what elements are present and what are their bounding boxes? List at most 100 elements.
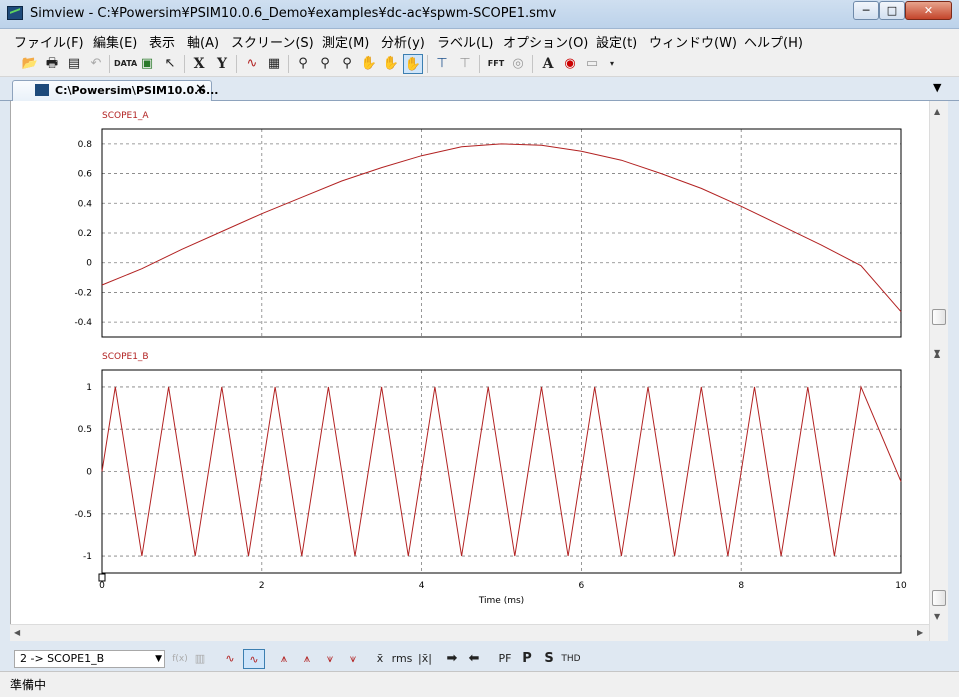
menu-screen[interactable]: スクリーン(S) [231,32,314,51]
title-bar: Simview - C:¥Powersim¥PSIM10.0.6_Demo¥ex… [0,0,959,29]
analysis-toolbar: 2 -> SCOPE1_B ▼ f(x) ▥ ∿ ∿ ⩚ ⩚ ⩛ ⩛ x̄ rm… [0,641,959,671]
fx-button[interactable]: f(x) [171,649,189,669]
document-tab-strip: C:\Powersim\PSIM10.0.6... ✕ ▼ [0,77,959,101]
spectrum-icon[interactable]: ◎ [508,54,528,74]
x-tick-label: 10 [895,581,907,591]
y-tick-label: 0 [86,468,92,478]
max-peak-icon[interactable]: ⩚ [273,649,295,669]
menu-view[interactable]: 表示 [149,32,175,51]
scroll-right-icon[interactable]: ▶ [917,628,923,637]
arrow-right-icon[interactable]: ➡ [442,649,462,669]
tab-label: C:\Powersim\PSIM10.0.6... [55,84,219,97]
chevron-down-icon[interactable]: ▼ [155,651,162,667]
min-trough-icon[interactable]: ⩛ [319,649,341,669]
chart-icon[interactable]: ▣ [137,54,157,74]
marker-icon[interactable]: ◉ [560,54,580,74]
menu-label[interactable]: ラベル(L) [437,32,493,51]
mean-button[interactable]: x̄ [372,649,388,669]
window-title: Simview - C:¥Powersim¥PSIM10.0.6_Demo¥ex… [30,6,557,21]
y-tick-label: 0.2 [78,229,92,239]
menu-options[interactable]: オプション(O) [503,32,588,51]
arrow-left-icon[interactable]: ⬅ [464,649,484,669]
select-arrow-icon[interactable]: ↖ [160,54,180,74]
menu-file[interactable]: ファイル(F) [14,32,84,51]
sine-wave-selected-icon[interactable]: ∿ [243,649,265,669]
thd-button[interactable]: THD [560,649,582,669]
tab-dropdown-icon[interactable]: ▼ [933,81,941,94]
waveform-icon[interactable]: ∿ [242,54,262,74]
y-tick-label: 0.8 [78,140,93,150]
menu-help[interactable]: ヘルプ(H) [744,32,803,51]
y-tick-label: 0 [86,259,92,269]
bar-chart-icon[interactable]: ▥ [191,649,209,669]
toolbar-separator [109,55,110,73]
menu-edit[interactable]: 編集(E) [93,32,137,51]
scope-plots[interactable]: SCOPE1_A 0.8 0.6 0.4 0.2 0 -0.2 -0.4 SCOPE1_B 1 0.… [11,101,930,623]
x-tick-label: 8 [738,581,744,591]
x-tick-label: 4 [419,581,425,591]
y-tick-label: -1 [83,552,92,562]
toolbar: 📂 🖶 ▤ ↶ DATA ▣ ↖ X Y ∿ ▦ ⚲ ⚲ ⚲ ✋ ✋ ✋ ⊤ ⊤… [0,51,959,77]
next-max-icon[interactable]: ⩚ [296,649,318,669]
zoom-in-icon[interactable]: ⚲ [315,54,335,74]
zoom-icon[interactable]: ⚲ [293,54,313,74]
minimize-button[interactable]: ─ [853,1,879,20]
open-icon[interactable]: 📂 [20,54,40,74]
y-axis-button[interactable]: Y [212,54,232,74]
y-tick-label: -0.4 [74,318,92,328]
x-axis-button[interactable]: X [189,54,209,74]
x-tick-label: 0 [99,581,105,591]
curve-select-value: 2 -> SCOPE1_B [20,652,105,665]
origin-marker [98,573,106,582]
cursor-marker-disabled-icon[interactable]: ⊤ [455,54,475,74]
scroll-thumb-upper[interactable] [932,309,946,325]
sine-wave-icon[interactable]: ∿ [219,649,241,669]
vertical-scrollbar[interactable]: ▲ ▼ ▲ ▼ [929,101,948,641]
toolbar-overflow-icon[interactable]: ▾ [602,54,622,74]
pf-button[interactable]: PF [494,649,516,669]
menu-analysis[interactable]: 分析(y) [381,32,425,51]
menu-settings[interactable]: 設定(t) [596,32,637,51]
print-icon[interactable]: 🖶 [42,54,62,74]
y-tick-label: -0.2 [74,288,92,298]
scroll-up-icon[interactable]: ▲ [934,107,940,116]
fft-button[interactable]: FFT [484,54,508,74]
y-tick-label: 0.5 [78,425,92,435]
p-button[interactable]: P [518,649,536,669]
rms-button[interactable]: rms [390,649,414,669]
toolbar-separator [288,55,289,73]
simview-app-icon [7,6,23,20]
scroll-down-lower-icon[interactable]: ▼ [934,612,940,621]
menu-window[interactable]: ウィンドウ(W) [649,32,737,51]
menu-measure[interactable]: 測定(M) [322,32,369,51]
menu-axis[interactable]: 軸(A) [187,32,219,51]
status-bar: 準備中 [0,671,959,697]
scroll-left-icon[interactable]: ◀ [14,628,20,637]
pan-hand-alt-icon[interactable]: ✋ [381,54,401,74]
series-line-0-0 [101,143,902,313]
y-tick-label: -0.5 [74,510,92,520]
data-icon[interactable]: DATA [114,54,137,74]
zoom-out-icon[interactable]: ⚲ [337,54,357,74]
close-button[interactable]: ✕ [905,1,952,20]
hand-select-icon[interactable]: ✋ [403,54,423,74]
export-icon[interactable]: ▭ [582,54,602,74]
maximize-button[interactable]: □ [879,1,905,20]
s-button[interactable]: S [540,649,558,669]
scroll-thumb-lower[interactable] [932,590,946,606]
next-min-icon[interactable]: ⩛ [342,649,364,669]
scroll-up-lower-icon[interactable]: ▲ [934,350,940,359]
copy-icon[interactable]: ▤ [64,54,84,74]
menu-bar: ファイル(F) 編集(E) 表示 軸(A) スクリーン(S) 測定(M) 分析(… [0,29,959,51]
toolbar-separator [184,55,185,73]
curve-select[interactable]: 2 -> SCOPE1_B ▼ [14,650,165,668]
horizontal-scrollbar[interactable]: ◀ ▶ [10,624,929,641]
undo-icon[interactable]: ↶ [86,54,106,74]
tab-document[interactable]: C:\Powersim\PSIM10.0.6... ✕ [12,80,219,101]
text-label-button[interactable]: A [538,54,558,74]
calculator-icon[interactable]: ▦ [264,54,284,74]
tab-close-icon[interactable]: ✕ [195,82,206,97]
pan-hand-icon[interactable]: ✋ [359,54,379,74]
cursor-marker-icon[interactable]: ⊤ [432,54,452,74]
abs-mean-button[interactable]: |x̄| [416,649,434,669]
